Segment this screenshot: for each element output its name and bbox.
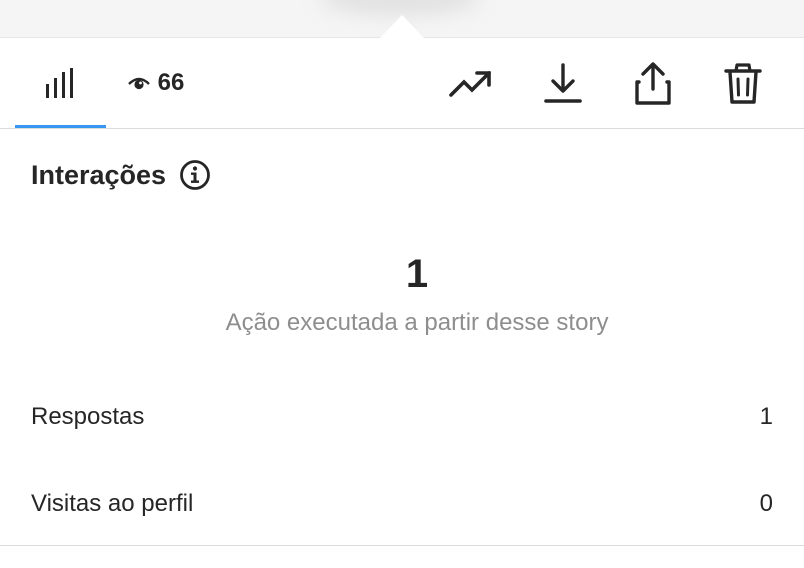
insights-button[interactable] [447,60,495,108]
story-preview-edge [320,0,480,16]
download-button[interactable] [539,60,587,108]
download-icon [544,63,582,103]
delete-button[interactable] [719,60,767,108]
bar-chart-icon [45,68,73,98]
trash-icon [724,63,762,104]
eye-icon [127,77,150,90]
tab-stats[interactable] [15,38,106,128]
section-header: Interações [31,157,211,193]
story-toolbar: 66 [0,38,804,129]
divider [0,545,804,546]
interactions-total: 1 [405,252,429,296]
list-item: Visitas ao perfil 0 [31,486,773,522]
sheet-pointer-notch [380,15,424,38]
share-icon [635,62,671,105]
row-value: 0 [759,490,773,517]
section-title: Interações [31,159,167,190]
share-button[interactable] [629,60,677,108]
row-label: Visitas ao perfil [31,490,194,517]
row-value: 1 [759,403,773,430]
list-item: Respostas 1 [31,399,773,435]
active-tab-indicator [15,125,106,128]
interactions-caption: Ação executada a partir desse story [225,309,609,336]
tab-views[interactable]: 66 [116,38,196,128]
trending-up-icon [449,71,491,97]
info-icon[interactable] [179,159,211,191]
top-strip [0,0,804,38]
row-label: Respostas [31,403,145,430]
views-count: 66 [157,69,185,96]
